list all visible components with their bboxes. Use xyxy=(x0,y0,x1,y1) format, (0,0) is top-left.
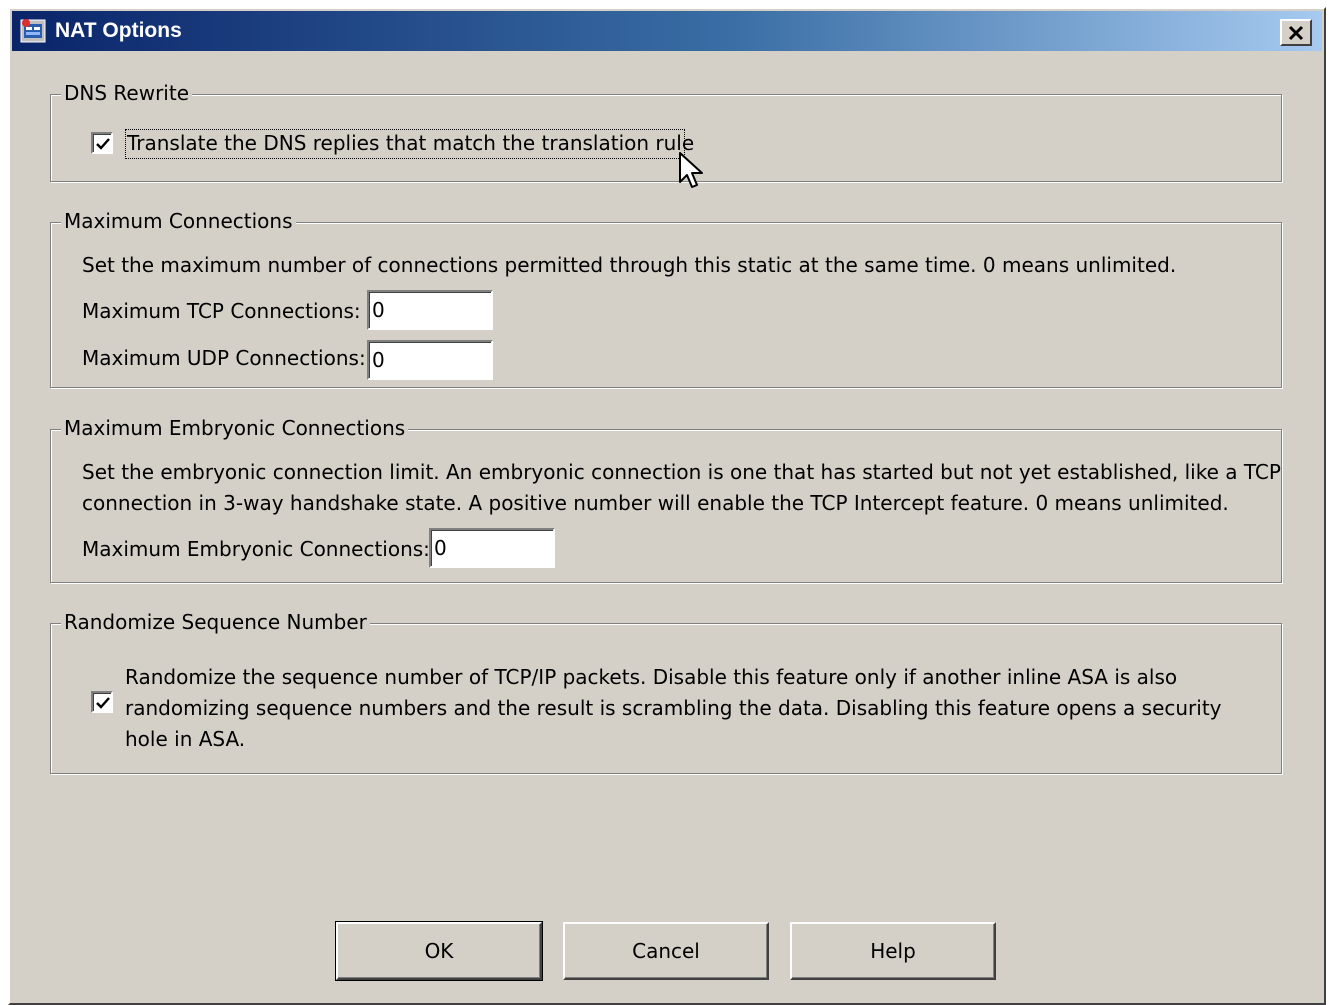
checkmark-icon xyxy=(96,138,110,150)
checkmark-icon xyxy=(96,697,110,709)
randomize-description-line2[interactable]: randomizing sequence numbers and the res… xyxy=(125,696,1222,720)
title-bar[interactable]: NAT Options xyxy=(12,11,1322,51)
dns-rewrite-legend: DNS Rewrite xyxy=(61,81,192,105)
embryonic-connections-group: Maximum Embryonic Connections Set the em… xyxy=(50,416,1282,583)
randomize-description-line1[interactable]: Randomize the sequence number of TCP/IP … xyxy=(125,665,1177,689)
asdm-app-icon xyxy=(20,19,46,43)
embryonic-description-line1: Set the embryonic connection limit. An e… xyxy=(82,460,1281,484)
randomize-sequence-checkbox[interactable] xyxy=(91,691,113,713)
embryonic-description-line2: connection in 3-way handshake state. A p… xyxy=(82,491,1229,515)
dns-rewrite-checkbox[interactable] xyxy=(91,132,113,154)
help-button[interactable]: Help xyxy=(790,922,996,980)
randomize-legend: Randomize Sequence Number xyxy=(61,610,370,634)
embryonic-connections-input[interactable] xyxy=(429,528,555,568)
max-connections-description: Set the maximum number of connections pe… xyxy=(82,253,1177,277)
nat-options-dialog: NAT Options DNS Rewrite Translate the DN… xyxy=(8,7,1326,1005)
dns-rewrite-group: DNS Rewrite Translate the DNS replies th… xyxy=(50,81,1282,182)
window-title: NAT Options xyxy=(55,19,182,42)
randomize-description-line3[interactable]: hole in ASA. xyxy=(125,727,245,751)
tcp-connections-input[interactable] xyxy=(367,290,493,330)
max-connections-legend: Maximum Connections xyxy=(61,209,296,233)
udp-connections-input[interactable] xyxy=(367,340,493,380)
embryonic-connections-label: Maximum Embryonic Connections: xyxy=(82,537,430,561)
udp-connections-label: Maximum UDP Connections: xyxy=(82,346,366,370)
cancel-button[interactable]: Cancel xyxy=(563,922,769,980)
ok-button[interactable]: OK xyxy=(335,921,543,981)
tcp-connections-label: Maximum TCP Connections: xyxy=(82,299,361,323)
max-connections-group: Maximum Connections Set the maximum numb… xyxy=(50,209,1282,388)
embryonic-legend: Maximum Embryonic Connections xyxy=(61,416,409,440)
randomize-sequence-group: Randomize Sequence Number Randomize the … xyxy=(50,610,1282,774)
close-icon xyxy=(1288,25,1304,40)
mouse-pointer-icon xyxy=(679,152,703,188)
dns-rewrite-label[interactable]: Translate the DNS replies that match the… xyxy=(127,131,694,155)
close-button[interactable] xyxy=(1280,19,1312,46)
